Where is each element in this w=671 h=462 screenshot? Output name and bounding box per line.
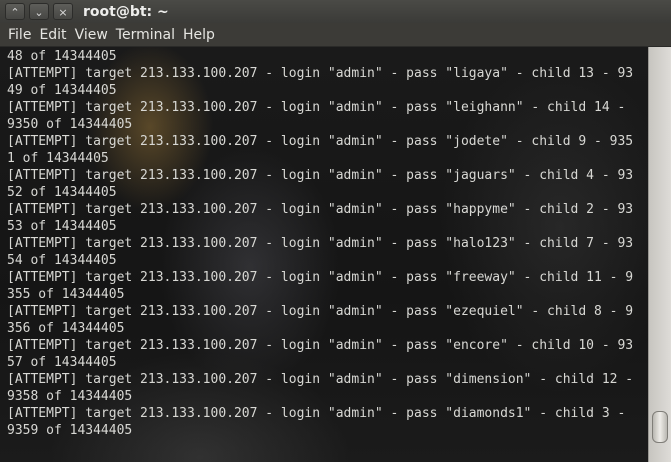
- terminal-output-area[interactable]: 48 of 14344405 [ATTEMPT] target 213.133.1…: [0, 47, 648, 462]
- terminal-line: [ATTEMPT] target 213.133.100.207 - login…: [7, 270, 634, 285]
- title-bar[interactable]: ⌃ ⌄ × root@bt: ~: [0, 0, 671, 23]
- terminal-line: [ATTEMPT] target 213.133.100.207 - login…: [7, 236, 634, 251]
- terminal-line: 48 of 14344405: [7, 49, 117, 64]
- close-icon[interactable]: ×: [53, 3, 73, 20]
- terminal-window: ⌃ ⌄ × root@bt: ~ File Edit View Terminal…: [0, 0, 671, 462]
- terminal-line: [ATTEMPT] target 213.133.100.207 - login…: [7, 338, 634, 353]
- terminal-line: 9358 of 14344405: [7, 389, 133, 404]
- terminal-line: [ATTEMPT] target 213.133.100.207 - login…: [7, 372, 634, 387]
- menu-terminal[interactable]: Terminal: [112, 27, 179, 43]
- menu-help[interactable]: Help: [179, 27, 219, 43]
- vertical-scrollbar[interactable]: [648, 47, 671, 462]
- terminal-line: [ATTEMPT] target 213.133.100.207 - login…: [7, 168, 634, 183]
- chevron-up-icon[interactable]: ⌃: [5, 3, 25, 20]
- menu-edit[interactable]: Edit: [35, 27, 70, 43]
- scrollbar-thumb[interactable]: [652, 411, 668, 443]
- menu-file[interactable]: File: [0, 27, 35, 43]
- terminal-line: 9359 of 14344405: [7, 423, 133, 438]
- terminal-line: [ATTEMPT] target 213.133.100.207 - login…: [7, 202, 634, 217]
- terminal-line: 54 of 14344405: [7, 253, 117, 268]
- terminal-line: [ATTEMPT] target 213.133.100.207 - login…: [7, 134, 634, 149]
- terminal-line: [ATTEMPT] target 213.133.100.207 - login…: [7, 406, 626, 421]
- terminal-line: [ATTEMPT] target 213.133.100.207 - login…: [7, 66, 634, 81]
- terminal-line: 57 of 14344405: [7, 355, 117, 370]
- chevron-down-icon[interactable]: ⌄: [29, 3, 49, 20]
- terminal-line: 49 of 14344405: [7, 83, 117, 98]
- terminal-line: 356 of 14344405: [7, 321, 125, 336]
- menu-bar: File Edit View Terminal Help: [0, 23, 671, 47]
- terminal-line: [ATTEMPT] target 213.133.100.207 - login…: [7, 304, 634, 319]
- terminal-line: 9350 of 14344405: [7, 117, 133, 132]
- terminal-line: [ATTEMPT] target 213.133.100.207 - login…: [7, 100, 626, 115]
- window-title: root@bt: ~: [83, 3, 169, 20]
- terminal-line: 355 of 14344405: [7, 287, 125, 302]
- terminal-output: 48 of 14344405 [ATTEMPT] target 213.133.1…: [7, 48, 633, 439]
- terminal-line: 52 of 14344405: [7, 185, 117, 200]
- terminal-line: 53 of 14344405: [7, 219, 117, 234]
- menu-view[interactable]: View: [71, 27, 112, 43]
- terminal-line: 1 of 14344405: [7, 151, 109, 166]
